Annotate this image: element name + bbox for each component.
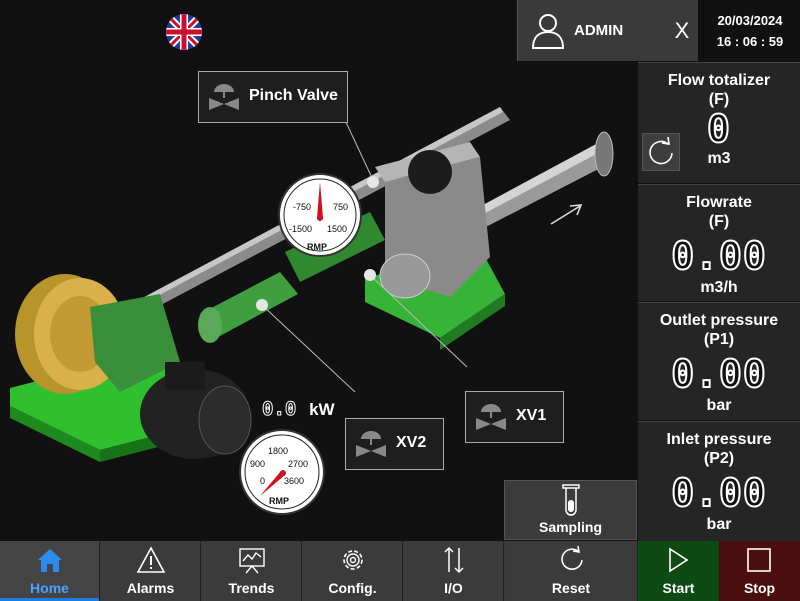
panel-title: Flow totalizer (667, 72, 771, 89)
motor-power-value: 0.0 (261, 398, 297, 421)
stop-button[interactable]: Stop (719, 541, 800, 601)
valve-icon (476, 404, 506, 430)
date-display: 20/03/2024 (717, 13, 783, 28)
panel-unit: m3/h (700, 279, 738, 296)
nav-trends-label: Trends (228, 580, 275, 596)
pinch-valve-label: Pinch Valve (249, 87, 338, 104)
gauge-bottom-tick-1: 1800 (268, 446, 288, 456)
trend-icon (239, 548, 265, 574)
reset-icon (649, 136, 673, 165)
test-tube-icon (562, 484, 580, 516)
xv1-label: XV1 (516, 407, 547, 424)
motor-power-unit: kW (309, 400, 335, 419)
inlet-pressure-panel: Inlet pressure (P2) 0.00 bar (638, 421, 800, 541)
nav-reset-label: Reset (551, 580, 591, 596)
panel-unit: bar (706, 397, 732, 414)
io-arrows-icon (444, 546, 464, 574)
pinch-valve-button[interactable]: Pinch Valve (198, 71, 348, 123)
panel-value: 0.00 (670, 351, 767, 397)
datetime: 20/03/2024 16 : 06 : 59 (700, 10, 800, 52)
language-flag-button[interactable] (166, 14, 202, 50)
panel-title: Inlet pressure (666, 431, 772, 448)
user-box: ADMIN X (517, 0, 698, 61)
home-icon (38, 549, 62, 572)
uk-flag-icon (166, 14, 202, 50)
user-icon (531, 14, 565, 49)
gauge-bottom-tick-3: 2700 (288, 459, 308, 469)
panel-title: Outlet pressure (659, 312, 779, 329)
time-display: 16 : 06 : 59 (716, 34, 784, 49)
sampling-label: Sampling (538, 519, 602, 535)
panel-unit: bar (706, 516, 732, 533)
panel-subtitle: (P2) (703, 450, 735, 467)
outlet-pressure-panel: Outlet pressure (P1) 0.00 bar (638, 302, 800, 420)
gauge-top-unit: RMP (307, 242, 327, 252)
xv2-label: XV2 (396, 434, 427, 451)
gauge-bottom-tick-5: 3600 (284, 476, 304, 486)
nav-io[interactable]: I/O (404, 541, 504, 601)
nav-io-label: I/O (444, 580, 463, 596)
panel-subtitle: (P1) (703, 331, 735, 348)
flowrate-panel: Flowrate (F) 0.00 m3/h (638, 184, 800, 301)
warning-icon (136, 546, 166, 573)
motor-power-readout: 0.0 kW (261, 398, 335, 421)
start-label: Start (662, 580, 695, 596)
gauge-top-tick-4: 1500 (327, 224, 347, 234)
nav-config-label: Config. (328, 580, 377, 596)
logout-button[interactable]: X (670, 18, 694, 44)
valve-icon (356, 431, 386, 457)
stop-label: Stop (743, 580, 776, 596)
nav-home[interactable]: Home (0, 541, 100, 601)
panel-value: 0.00 (670, 233, 767, 279)
xv1-valve-button[interactable]: XV1 (465, 391, 564, 443)
reset-icon (561, 545, 583, 570)
panel-subtitle: (F) (708, 213, 730, 230)
gauge-top-tick-1: -750 (293, 202, 311, 212)
user-name: ADMIN (574, 22, 624, 39)
nav-reset[interactable]: Reset (505, 541, 638, 601)
rpm-gauge-motor: 1800 900 2700 0 3600 RMP (239, 429, 325, 515)
play-icon (669, 547, 689, 573)
valve-icon (209, 84, 239, 110)
gear-icon (343, 550, 363, 570)
totalizer-reset-button[interactable] (642, 133, 680, 171)
bottom-navigation: Home Alarms Trends Config. I/O Reset (0, 541, 638, 601)
gauge-top-tick-3: -1500 (289, 224, 312, 234)
nav-home-label: Home (30, 580, 69, 596)
flow-totalizer-panel: Flow totalizer (F) 0 m3 (638, 62, 800, 183)
xv2-valve-button[interactable]: XV2 (345, 418, 444, 470)
gauge-top-tick-2: 750 (333, 202, 348, 212)
gauge-bottom-unit: RMP (269, 496, 289, 506)
panel-value: 0.00 (670, 470, 767, 516)
start-button[interactable]: Start (638, 541, 719, 601)
nav-alarms[interactable]: Alarms (101, 541, 201, 601)
nav-trends[interactable]: Trends (202, 541, 302, 601)
gauge-bottom-tick-2: 900 (250, 459, 265, 469)
panel-title: Flowrate (686, 194, 752, 211)
gauge-bottom-tick-4: 0 (260, 476, 265, 486)
sampling-button[interactable]: Sampling (504, 480, 637, 540)
rpm-gauge-pump: -750 750 -1500 1500 RMP (278, 173, 362, 257)
stop-icon (747, 548, 771, 572)
nav-alarms-label: Alarms (126, 580, 175, 596)
nav-config[interactable]: Config. (303, 541, 403, 601)
